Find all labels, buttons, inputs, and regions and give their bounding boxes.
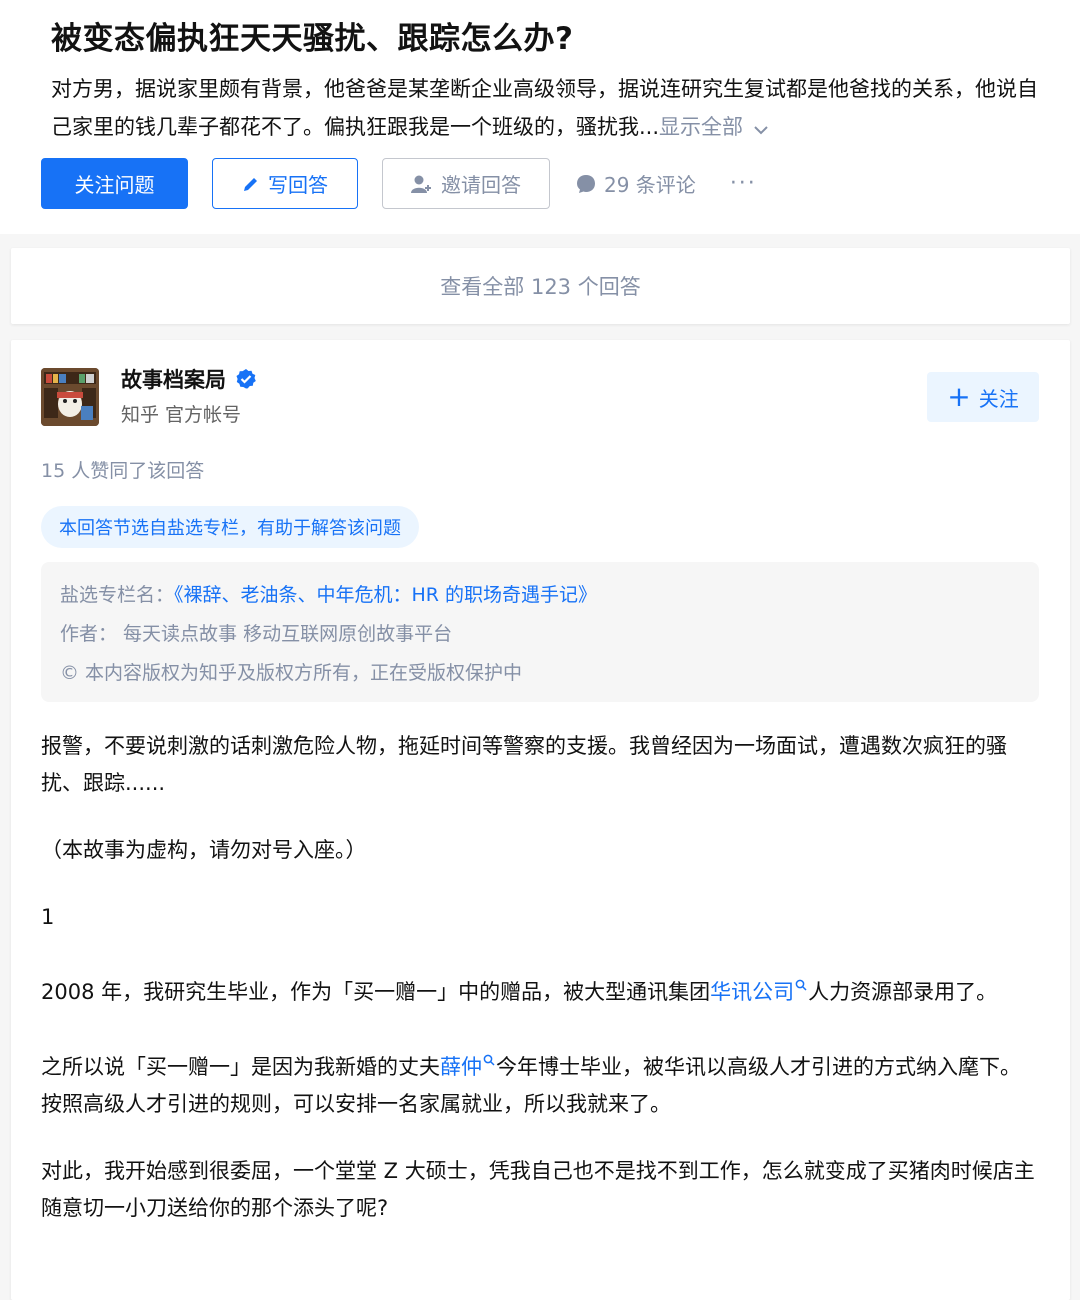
column-link[interactable]: 《裸辞、老油条、中年危机：HR 的职场奇遇手记》 [174,584,597,606]
question-description-text: 对方男，据说家里颇有背景，他爸爸是某垄断企业高级领导，据说连研究生复试都是他爸找… [51,77,1038,139]
invite-answer-label: 邀请回答 [441,173,521,197]
comments-count: 29 条评论 [604,173,696,197]
author-bio: 知乎 官方帐号 [121,404,242,426]
plus-icon: + [947,380,971,413]
search-link-xuezhong[interactable]: 薛仲 [440,1055,482,1079]
column-info: 盐选专栏名：《裸辞、老油条、中年危机：HR 的职场奇遇手记》 作者： 每天读点故… [41,562,1039,702]
vote-count: 15 人赞同了该回答 [41,460,205,482]
follow-question-button[interactable]: 关注问题 [41,158,188,209]
pencil-icon [244,177,257,191]
chevron-down-icon[interactable] [753,109,769,147]
paragraph: （本故事为虚构，请勿对号入座。） [41,838,367,862]
paragraph: 2008 年，我研究生毕业，作为「买一赠一」中的赠品，被大型通讯集团华讯公司 人力… [41,966,1041,1011]
paragraph: 报警，不要说刺激的话刺激危险人物，拖延时间等警察的支援。我曾经因为一场面试，遭遇… [41,734,1007,795]
show-all-link[interactable]: 显示全部 [659,115,743,139]
paragraph-text: 2008 年，我研究生毕业，作为「买一赠一」中的赠品，被大型通讯集团 [41,980,711,1004]
avatar[interactable] [41,368,99,426]
column-label: 盐选专栏名： [60,584,175,606]
question-description: 对方男，据说家里颇有背景，他爸爸是某垄断企业高级领导，据说连研究生复试都是他爸找… [51,70,1051,147]
author-name-text: 故事档案局 [121,368,226,392]
search-icon[interactable] [795,966,807,1003]
follow-author-label: 关注 [978,386,1019,411]
verified-badge-icon [236,369,256,389]
copyright-notice: © 本内容版权为知乎及版权方所有，正在受版权保护中 [60,662,523,684]
paragraph: 对此，我开始感到很委屈，一个堂堂 Z 大硕士，凭我自己也不是找不到工作，怎么就变… [41,1159,1035,1220]
answer-content: 报警，不要说刺激的话刺激危险人物，拖延时间等警察的支援。我曾经因为一场面试，遭遇… [41,728,1041,1257]
invite-answer-button[interactable]: 邀请回答 [382,158,550,209]
search-link-huaxun[interactable]: 华讯公司 [710,980,794,1004]
search-icon[interactable] [483,1041,495,1078]
paragraph: 之所以说「买一赠一」是因为我新婚的丈夫薛仲 今年博士毕业，被华讯以高级人才引进的方… [41,1041,1041,1123]
invite-user-icon [411,175,431,193]
question-title: 被变态偏执狂天天骚扰、跟踪怎么办? [51,21,574,57]
section-number: 1 [41,905,55,929]
write-answer-button[interactable]: 写回答 [212,158,358,209]
paragraph-text: 人力资源部录用了。 [808,980,998,1004]
column-author: 作者： 每天读点故事 移动互联网原创故事平台 [60,623,453,645]
follow-author-button[interactable]: + 关注 [927,372,1039,422]
view-all-answers-button[interactable]: 查看全部 123 个回答 [11,248,1070,324]
answer-card: 故事档案局 知乎 官方帐号 + 关注 15 人赞同了该回答 本回答节选自盐选专栏… [11,340,1070,1300]
write-answer-label: 写回答 [268,173,328,197]
paragraph-text: 之所以说「买一赠一」是因为我新婚的丈夫 [41,1055,440,1079]
column-name-line: 盐选专栏名：《裸辞、老油条、中年危机：HR 的职场奇遇手记》 [60,576,1020,615]
author-name[interactable]: 故事档案局 [121,364,257,394]
column-tag[interactable]: 本回答节选自盐选专栏，有助于解答该问题 [41,506,419,548]
question-actions: 关注问题 写回答 邀请回答 29 条评论 ··· [41,158,757,209]
question-header: 被变态偏执狂天天骚扰、跟踪怎么办? 对方男，据说家里颇有背景，他爸爸是某垄断企业… [0,0,1080,234]
more-icon[interactable]: ··· [730,171,757,196]
comment-icon [577,174,595,193]
comments-button[interactable]: 29 条评论 [576,169,696,198]
